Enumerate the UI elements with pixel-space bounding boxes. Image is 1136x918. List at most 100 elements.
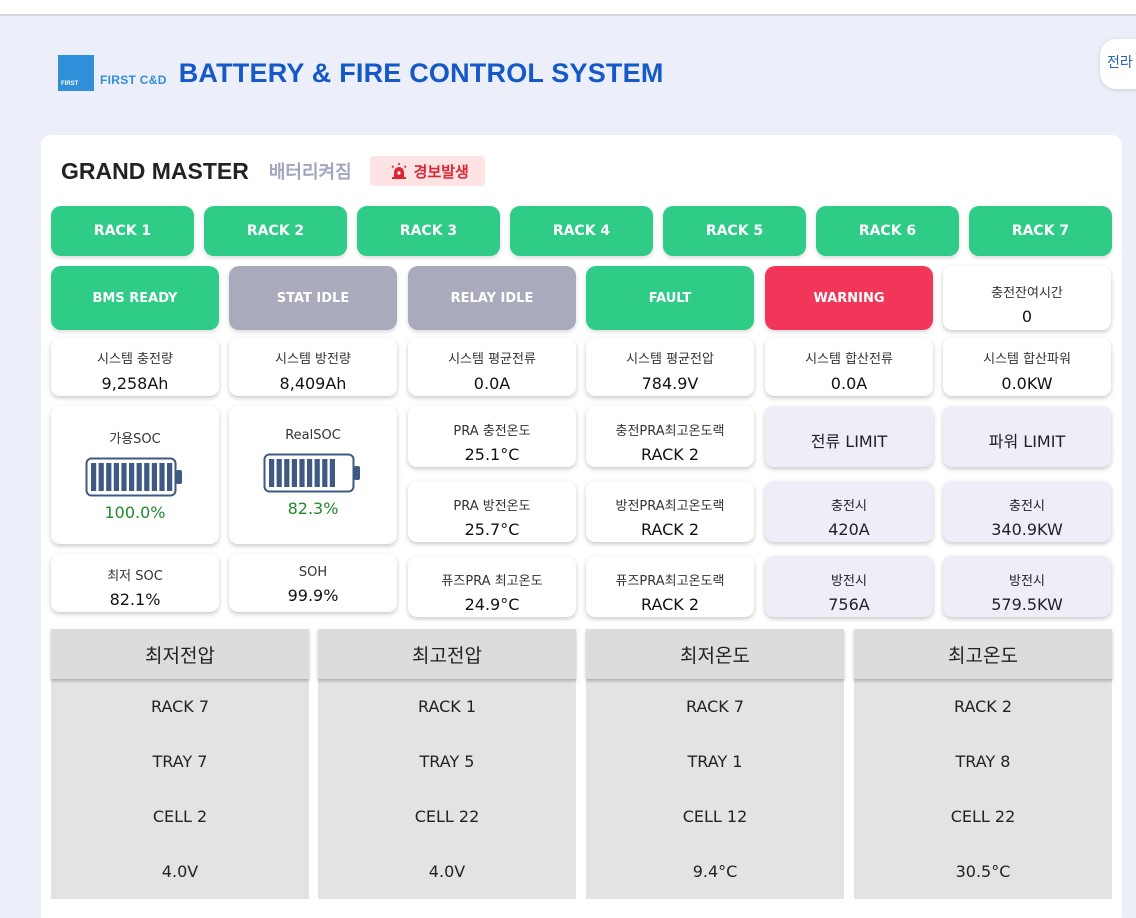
metric-label: 시스템 합산전류 xyxy=(805,352,893,367)
charge-remaining-card: 충전잔여시간 0 xyxy=(943,266,1111,330)
logo-small-text: FIRST xyxy=(61,81,79,87)
rack-5-button[interactable]: RACK 5 xyxy=(663,206,806,256)
discharge-max-rack-value: RACK 2 xyxy=(640,520,700,539)
discharge-label: 방전시 xyxy=(1009,574,1045,589)
max-voltage-column: 최고전압 RACK 1 TRAY 5 CELL 22 4.0V xyxy=(318,629,576,899)
extreme-rack: RACK 7 xyxy=(685,697,745,716)
logo-text: FIRST C&D xyxy=(100,73,167,87)
charge-label: 충전시 xyxy=(1009,499,1045,514)
metric-value: 9,258Ah xyxy=(101,374,169,393)
app-header: FIRST FIRST C&D BATTERY & FIRE CONTROL S… xyxy=(58,54,664,92)
fault-status-badge: FAULT xyxy=(586,266,754,330)
metric-label: 시스템 평균전류 xyxy=(448,352,536,367)
extreme-value: 9.4°C xyxy=(692,862,738,881)
battery-cell-bar xyxy=(113,463,119,491)
company-logo: FIRST xyxy=(58,55,94,91)
extreme-tray: TRAY 5 xyxy=(419,752,475,771)
battery-state-label: 배터리켜짐 xyxy=(268,162,352,183)
real-soc-label: RealSOC xyxy=(285,428,341,443)
battery-cell-bar xyxy=(106,463,112,491)
current-limit-discharge-value: 756A xyxy=(828,595,870,614)
fuse-max-rack-card: 퓨즈PRA최고온도랙 RACK 2 xyxy=(586,556,754,617)
power-limit-header: 파워 LIMIT xyxy=(943,406,1111,467)
current-limit-charge-value: 420A xyxy=(828,520,870,539)
extreme-rack: RACK 1 xyxy=(417,697,477,716)
metric-label: 시스템 평균전압 xyxy=(626,352,714,367)
rack-2-button[interactable]: RACK 2 xyxy=(204,206,347,256)
power-limit-title: 파워 LIMIT xyxy=(988,432,1066,451)
page-title: GRAND MASTER xyxy=(61,157,249,184)
extreme-tray: TRAY 7 xyxy=(152,752,208,771)
pra-charge-temp-label: PRA 충전온도 xyxy=(453,424,531,439)
rack-3-button[interactable]: RACK 3 xyxy=(357,206,500,256)
pra-discharge-temp-card: PRA 방전온도 25.7°C xyxy=(408,481,576,542)
rack-4-button[interactable]: RACK 4 xyxy=(510,206,653,256)
metric-label: 시스템 방전량 xyxy=(275,352,351,367)
discharge-max-rack-label: 방전PRA최고온도랙 xyxy=(615,499,725,514)
pra-discharge-temp-label: PRA 방전온도 xyxy=(453,499,531,514)
real-soc-card: RealSOC 82.3% xyxy=(229,406,397,544)
stat-status-badge: STAT IDLE xyxy=(229,266,397,330)
min-voltage-column: 최저전압 RACK 7 TRAY 7 CELL 2 4.0V xyxy=(51,629,309,899)
extreme-value: 4.0V xyxy=(428,862,466,881)
extreme-tray: TRAY 1 xyxy=(687,752,743,771)
battery-cell-bar xyxy=(129,463,135,491)
column-header: 최고온도 xyxy=(854,629,1112,679)
battery-cell-bar xyxy=(144,463,150,491)
charge-max-rack-value: RACK 2 xyxy=(640,445,700,464)
pra-charge-temp-value: 25.1°C xyxy=(464,445,520,464)
battery-gauge-icon xyxy=(85,457,182,497)
soh-label: SOH xyxy=(298,565,328,580)
rack-6-button[interactable]: RACK 6 xyxy=(816,206,959,256)
column-header: 최저온도 xyxy=(586,629,844,679)
usable-soc-value: 100.0% xyxy=(104,503,166,522)
extreme-rack: RACK 7 xyxy=(150,697,210,716)
extreme-cell: CELL 2 xyxy=(152,807,208,826)
extreme-cell: CELL 12 xyxy=(682,807,748,826)
usable-soc-label: 가용SOC xyxy=(109,432,161,447)
battery-cell-bar xyxy=(269,459,275,487)
power-limit-charge-card: 충전시 340.9KW xyxy=(943,481,1111,542)
system-sum-current-card: 시스템 합산전류 0.0A xyxy=(765,338,933,396)
fuse-max-temp-card: 퓨즈PRA 최고온도 24.9°C xyxy=(408,556,576,617)
usable-soc-card: 가용SOC 100.0% xyxy=(51,406,219,544)
battery-cell-bar xyxy=(121,463,127,491)
alarm-text: 경보발생 xyxy=(413,162,469,181)
alarm-badge[interactable]: 경보발생 xyxy=(369,156,485,186)
column-header: 최고전압 xyxy=(318,629,576,679)
language-button[interactable]: 전라 xyxy=(1100,39,1136,89)
min-soc-card: 최저 SOC 82.1% xyxy=(51,554,219,612)
battery-cell-bar xyxy=(276,459,282,487)
top-bar xyxy=(0,0,1136,16)
extreme-rack: RACK 2 xyxy=(953,697,1013,716)
battery-cell-bar xyxy=(159,463,165,491)
charge-label: 충전시 xyxy=(831,499,867,514)
metric-label: 시스템 합산파워 xyxy=(983,352,1071,367)
power-limit-discharge-value: 579.5KW xyxy=(991,595,1063,614)
battery-cell-bar xyxy=(98,463,104,491)
soh-value: 99.9% xyxy=(287,586,339,605)
min-soc-value: 82.1% xyxy=(109,590,161,609)
relay-status-badge: RELAY IDLE xyxy=(408,266,576,330)
system-discharge-card: 시스템 방전량 8,409Ah xyxy=(229,338,397,396)
soh-card: SOH 99.9% xyxy=(229,554,397,612)
battery-cell-bar xyxy=(284,459,290,487)
battery-cell-bar xyxy=(307,459,313,487)
battery-cell-bar xyxy=(314,459,320,487)
rack-7-button[interactable]: RACK 7 xyxy=(969,206,1112,256)
current-limit-discharge-card: 방전시 756A xyxy=(765,556,933,617)
discharge-max-rack-card: 방전PRA최고온도랙 RACK 2 xyxy=(586,481,754,542)
column-header: 최저전압 xyxy=(51,629,309,679)
battery-cell-bar xyxy=(322,459,328,487)
metric-value: 8,409Ah xyxy=(279,374,347,393)
bms-status-badge: BMS READY xyxy=(51,266,219,330)
battery-cell-bar xyxy=(91,463,97,491)
extreme-value: 30.5°C xyxy=(955,862,1011,881)
charge-max-rack-card: 충전PRA최고온도랙 RACK 2 xyxy=(586,406,754,467)
extreme-value: 4.0V xyxy=(161,862,199,881)
real-soc-value: 82.3% xyxy=(287,499,339,518)
rack-1-button[interactable]: RACK 1 xyxy=(51,206,194,256)
current-limit-charge-card: 충전시 420A xyxy=(765,481,933,542)
system-charge-card: 시스템 충전량 9,258Ah xyxy=(51,338,219,396)
master-header: GRAND MASTER 배터리켜짐 경보발생 xyxy=(61,154,485,188)
